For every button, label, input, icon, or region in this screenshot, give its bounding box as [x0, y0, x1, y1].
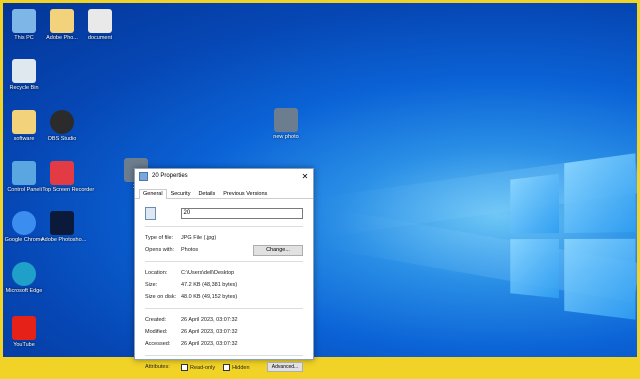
- desktop-icon-photoshop[interactable]: Adobe Photosho...: [41, 211, 87, 243]
- location-value: C:\Users\dell\Desktop: [181, 270, 235, 276]
- screen-recorder-icon: [50, 161, 74, 185]
- icon-label: Microsoft Edge: [5, 288, 43, 294]
- change-button[interactable]: Change...: [253, 244, 303, 256]
- divider: [145, 261, 303, 262]
- dialog-titlebar[interactable]: 20 Properties ✕: [135, 169, 313, 183]
- modified-value: 26 April 2023, 03:07:32: [181, 329, 238, 335]
- control-panel-icon: [12, 161, 36, 185]
- recycle-bin-icon: [12, 59, 36, 83]
- edge-icon: [12, 262, 36, 286]
- tab-general[interactable]: General: [139, 189, 167, 199]
- icon-label: Adobe Photosho...: [41, 237, 87, 243]
- advanced-button[interactable]: Advanced...: [267, 362, 303, 372]
- size-on-disk-value: 48.0 KB (49,152 bytes): [181, 294, 238, 300]
- obs-icon: [50, 110, 74, 134]
- opens-with-label: Opens with:: [145, 247, 175, 253]
- icon-label: YouTube: [13, 342, 35, 348]
- divider: [145, 308, 303, 309]
- type-value: JPG File (.jpg): [181, 235, 217, 241]
- desktop-icon-chrome[interactable]: Google Chrome: [3, 211, 45, 243]
- youtube-icon: [12, 316, 36, 340]
- icon-label: Recycle Bin: [9, 85, 39, 91]
- icon-label: Control Panel: [7, 187, 41, 193]
- icon-label: Adobe Pho...: [46, 35, 78, 41]
- desktop-icon-adobe-photo[interactable]: Adobe Pho...: [41, 9, 83, 41]
- file-icon: [145, 206, 181, 220]
- general-panel: 20 Type of file: JPG File (.jpg) Opens w…: [135, 199, 313, 379]
- location-label: Location:: [145, 270, 168, 276]
- desktop-icon-obs-studio[interactable]: OBS Studio: [41, 110, 83, 142]
- icon-label: Google Chrome: [4, 237, 44, 243]
- photo-icon: [274, 108, 298, 132]
- created-value: 26 April 2023, 03:07:32: [181, 317, 238, 323]
- tab-previous-versions[interactable]: Previous Versions: [219, 189, 271, 198]
- photoshop-icon: [50, 211, 74, 235]
- dialog-title: 20 Properties: [152, 173, 188, 179]
- desktop-icon-software[interactable]: software: [3, 110, 45, 142]
- opens-with-value: Photos: [181, 247, 199, 253]
- attributes-label: Attributes:: [145, 364, 170, 370]
- size-value: 47.2 KB (48,381 bytes): [181, 282, 238, 288]
- folder-icon: [12, 110, 36, 134]
- desktop-icon-youtube[interactable]: YouTube: [3, 316, 45, 348]
- icon-label: iTop Screen Recorder: [41, 187, 95, 193]
- desktop-icon-control-panel[interactable]: Control Panel: [3, 161, 45, 193]
- desktop-icon-new-photo[interactable]: new photo: [265, 108, 307, 140]
- icon-label: software: [13, 136, 35, 142]
- desktop-icon-recycle-bin[interactable]: Recycle Bin: [3, 59, 45, 91]
- close-icon[interactable]: ✕: [297, 172, 313, 181]
- readonly-checkbox[interactable]: Read-only: [181, 363, 216, 371]
- type-label: Type of file:: [145, 235, 174, 241]
- icon-label: document: [87, 35, 113, 41]
- file-name-input[interactable]: 20: [180, 207, 303, 219]
- icon-label: This PC: [14, 35, 34, 41]
- accessed-value: 26 April 2023, 03:07:32: [181, 341, 238, 347]
- tab-bar: General Security Details Previous Versio…: [135, 189, 313, 199]
- desktop-icon-document[interactable]: document: [79, 9, 121, 41]
- computer-icon: [12, 9, 36, 33]
- desktop-icon-itop-recorder[interactable]: iTop Screen Recorder: [41, 161, 95, 193]
- created-label: Created:: [145, 317, 167, 323]
- windows-logo: [510, 153, 636, 327]
- chrome-icon: [12, 211, 36, 235]
- icon-label: OBS Studio: [47, 136, 77, 142]
- tab-security[interactable]: Security: [167, 189, 195, 198]
- checkbox-box: [181, 363, 188, 371]
- accessed-label: Accessed:: [145, 341, 171, 347]
- tab-details[interactable]: Details: [194, 189, 219, 198]
- hidden-checkbox[interactable]: Hidden: [223, 363, 250, 371]
- hidden-label: Hidden: [232, 364, 250, 371]
- divider: [145, 355, 303, 356]
- document-icon: [88, 9, 112, 33]
- size-on-disk-label: Size on disk:: [145, 294, 177, 300]
- readonly-label: Read-only: [190, 364, 216, 371]
- checkbox-box: [223, 363, 231, 371]
- divider: [145, 226, 303, 227]
- size-label: Size:: [145, 282, 158, 288]
- desktop[interactable]: This PC Adobe Pho... document Recycle Bi…: [3, 3, 637, 357]
- icon-label: new photo: [273, 134, 299, 140]
- properties-dialog: 20 Properties ✕ General Security Details…: [134, 168, 314, 372]
- file-properties-icon: [139, 171, 148, 181]
- folder-icon: [50, 9, 74, 33]
- desktop-icon-this-pc[interactable]: This PC: [3, 9, 45, 41]
- desktop-icon-edge[interactable]: Microsoft Edge: [3, 262, 45, 294]
- modified-label: Modified:: [145, 329, 168, 335]
